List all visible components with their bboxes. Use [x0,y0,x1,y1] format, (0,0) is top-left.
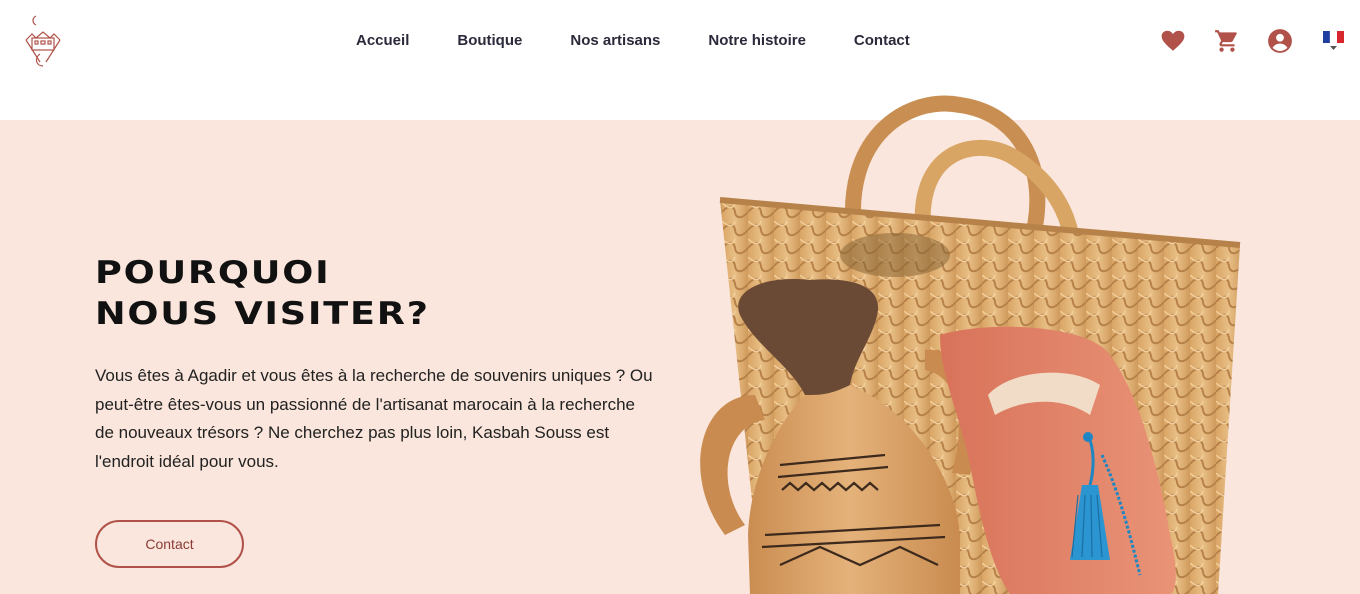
nav-nos-artisans[interactable]: Nos artisans [570,31,660,51]
cart-icon[interactable] [1214,28,1240,54]
heart-icon[interactable] [1160,28,1186,54]
nav-accueil[interactable]: Accueil [356,31,409,51]
kasbah-logo-icon[interactable] [22,14,64,68]
hero-title-line1: POURQUOI [95,255,331,291]
nav-notre-histoire[interactable]: Notre histoire [708,31,806,51]
nav-contact[interactable]: Contact [854,31,910,51]
artisan-products-image [700,95,1241,594]
contact-button[interactable]: Contact [95,520,244,568]
hero-title-line2: NOUS VISITER? [95,296,430,332]
main-nav: Accueil Boutique Nos artisans Notre hist… [356,31,910,51]
user-icon[interactable] [1267,28,1293,54]
header-actions [1160,28,1350,56]
hero-title: POURQUOI NOUS VISITER? [95,253,430,335]
hero-description: Vous êtes à Agadir et vous êtes à la rec… [95,366,653,471]
french-flag-icon[interactable] [1323,31,1345,53]
nav-boutique[interactable]: Boutique [457,31,522,51]
